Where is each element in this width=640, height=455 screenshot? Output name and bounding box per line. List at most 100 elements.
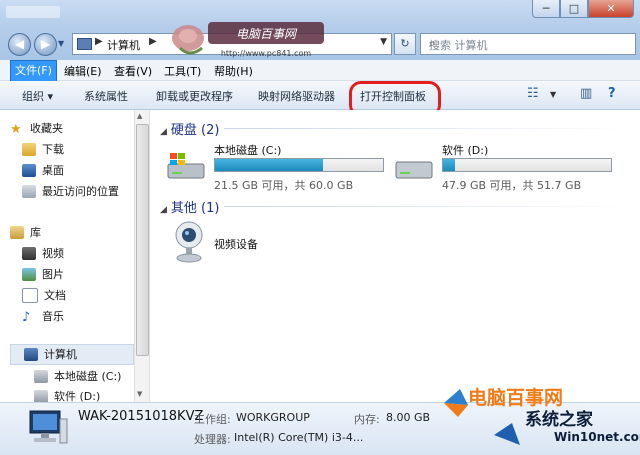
video-library-icon: [22, 246, 36, 260]
recent-pages-dropdown-icon[interactable]: ▼: [58, 39, 64, 48]
menu-edit[interactable]: 编辑(E): [64, 63, 102, 79]
drive-d-usage-bar: [442, 158, 612, 172]
menu-help[interactable]: 帮助(H): [214, 63, 253, 79]
breadcrumb-arrow-icon[interactable]: ▶: [149, 36, 157, 47]
sidebar-item-label: 本地磁盘 (C:): [54, 370, 122, 383]
forward-button[interactable]: ▶: [34, 33, 57, 56]
document-library-icon: [22, 287, 38, 303]
computer-name: WAK-20151018KVZ: [78, 409, 204, 424]
sidebar-item-recent[interactable]: 最近访问的位置: [22, 183, 119, 199]
music-library-icon: ♪: [22, 309, 31, 325]
group-header-hdd[interactable]: ◢ 硬盘 (2): [160, 119, 219, 138]
refresh-button[interactable]: ↻: [394, 33, 416, 55]
breadcrumb-computer[interactable]: 计算机: [107, 37, 140, 53]
device-video-name[interactable]: 视频设备: [214, 236, 258, 252]
window-title: [6, 6, 60, 18]
group-header-other[interactable]: ◢ 其他 (1): [160, 197, 219, 216]
sidebar-item-label: 文档: [44, 289, 66, 302]
maximize-button[interactable]: □: [560, 0, 588, 18]
organize-button[interactable]: 组织 ▾: [22, 88, 53, 104]
sidebar-item-desktop[interactable]: 桌面: [22, 162, 64, 178]
windows-drive-icon: [167, 153, 205, 179]
drive-d-free-space: 47.9 GB 可用，共 51.7 GB: [442, 179, 582, 192]
sidebar-item-label: 收藏夹: [30, 122, 63, 135]
workgroup-label: 工作组:: [194, 413, 231, 426]
drive-icon: [395, 161, 433, 179]
site-logo: 电脑百事网 http://www.pc841.com: [172, 22, 324, 58]
menu-bar: 文件(F) 编辑(E) 查看(V) 工具(T) 帮助(H): [0, 60, 640, 82]
sidebar-item-pictures[interactable]: 图片: [22, 266, 64, 282]
collapse-icon[interactable]: ◢: [160, 205, 167, 215]
sidebar-item-label: 音乐: [42, 310, 64, 323]
close-button[interactable]: ✕: [588, 0, 634, 18]
cpu-value: Intel(R) Core(TM) i3-4...: [234, 431, 364, 444]
preview-pane-icon[interactable]: ▥: [580, 86, 592, 101]
computer-icon: [77, 38, 92, 50]
scroll-down-icon[interactable]: ▼: [137, 390, 142, 398]
memory-label: 内存:: [354, 413, 380, 426]
group-divider: [224, 128, 634, 129]
navigation-pane: ★ 收藏夹 下载 桌面 最近访问的位置 库 视频 图片 文档 ♪ 音乐 计算机 …: [0, 110, 150, 403]
drive-icon: [34, 389, 48, 403]
menu-tools[interactable]: 工具(T): [164, 63, 201, 79]
logo-url: http://www.pc841.com: [221, 49, 312, 58]
sidebar-item-label: 桌面: [42, 164, 64, 177]
webcam-icon: [175, 221, 203, 263]
sidebar-item-label: 视频: [42, 247, 64, 260]
usage-fill: [443, 159, 455, 171]
group-divider: [224, 206, 634, 207]
watermark-text-3: Win10net.com: [554, 430, 640, 444]
group-label: 硬盘 (2): [170, 123, 220, 138]
star-icon: ★: [10, 121, 22, 137]
sidebar-item-label: 下载: [42, 143, 64, 156]
sidebar-item-documents[interactable]: 文档: [22, 287, 66, 303]
menu-view[interactable]: 查看(V): [114, 63, 152, 79]
back-button[interactable]: ◀: [8, 33, 31, 56]
breadcrumb-arrow-icon[interactable]: ▶: [95, 36, 103, 47]
desktop-icon: [22, 163, 36, 177]
uninstall-program-button[interactable]: 卸载或更改程序: [156, 88, 233, 104]
sidebar-item-favorites[interactable]: ★ 收藏夹: [10, 120, 63, 137]
sidebar-item-label: 图片: [42, 268, 64, 281]
sidebar-item-music[interactable]: ♪ 音乐: [22, 308, 64, 325]
drive-d-name[interactable]: 软件 (D:): [442, 142, 488, 158]
window-controls: ─ □ ✕: [532, 0, 634, 18]
sidebar-item-drive-c[interactable]: 本地磁盘 (C:): [34, 368, 121, 384]
collapse-icon[interactable]: ◢: [160, 127, 167, 137]
address-dropdown-icon[interactable]: ▼: [380, 37, 387, 47]
sidebar-item-videos[interactable]: 视频: [22, 245, 64, 261]
drive-c-name[interactable]: 本地磁盘 (C:): [214, 142, 281, 158]
minimize-button[interactable]: ─: [532, 0, 560, 18]
group-label: 其他 (1): [170, 201, 220, 216]
computer-icon: [29, 410, 68, 444]
sidebar-item-downloads[interactable]: 下载: [22, 141, 64, 157]
sidebar-scrollbar[interactable]: ▲ ▼: [134, 110, 149, 402]
drive-c-usage-bar: [214, 158, 384, 172]
scroll-up-icon[interactable]: ▲: [137, 112, 142, 120]
menu-file[interactable]: 文件(F): [10, 60, 57, 82]
scroll-thumb[interactable]: [136, 124, 149, 356]
cpu-label: 处理器:: [194, 433, 231, 446]
logo-text: 电脑百事网: [236, 27, 298, 41]
system-properties-button[interactable]: 系统属性: [84, 88, 128, 104]
library-icon: [10, 225, 24, 239]
command-bar: 组织 ▾ 系统属性 卸载或更改程序 映射网络驱动器 打开控制面板 ☷ ▼ ▥ ?: [0, 81, 640, 110]
computer-icon: [24, 347, 38, 361]
map-network-drive-button[interactable]: 映射网络驱动器: [258, 88, 335, 104]
content-pane: ◢ 硬盘 (2) 本地磁盘 (C:) 21.5 GB 可用，共 60.0 GB 软…: [150, 110, 640, 402]
download-folder-icon: [22, 142, 36, 156]
usage-fill: [215, 159, 323, 171]
drive-c-free-space: 21.5 GB 可用，共 60.0 GB: [214, 179, 354, 192]
search-icon[interactable]: ⌕: [429, 36, 631, 51]
search-input[interactable]: 搜索 计算机 ⌕: [420, 33, 636, 55]
sidebar-item-computer[interactable]: 计算机: [24, 346, 77, 362]
sidebar-item-libraries[interactable]: 库: [10, 224, 41, 240]
watermark-text-2: 系统之家: [525, 410, 593, 430]
view-options-icon[interactable]: ☷: [527, 86, 539, 101]
drive-icon: [34, 369, 48, 383]
sidebar-item-label: 最近访问的位置: [42, 185, 119, 198]
help-icon[interactable]: ?: [608, 86, 616, 101]
recent-places-icon: [22, 184, 36, 198]
sidebar-item-label: 库: [30, 226, 41, 239]
view-dropdown-icon[interactable]: ▼: [550, 90, 556, 99]
